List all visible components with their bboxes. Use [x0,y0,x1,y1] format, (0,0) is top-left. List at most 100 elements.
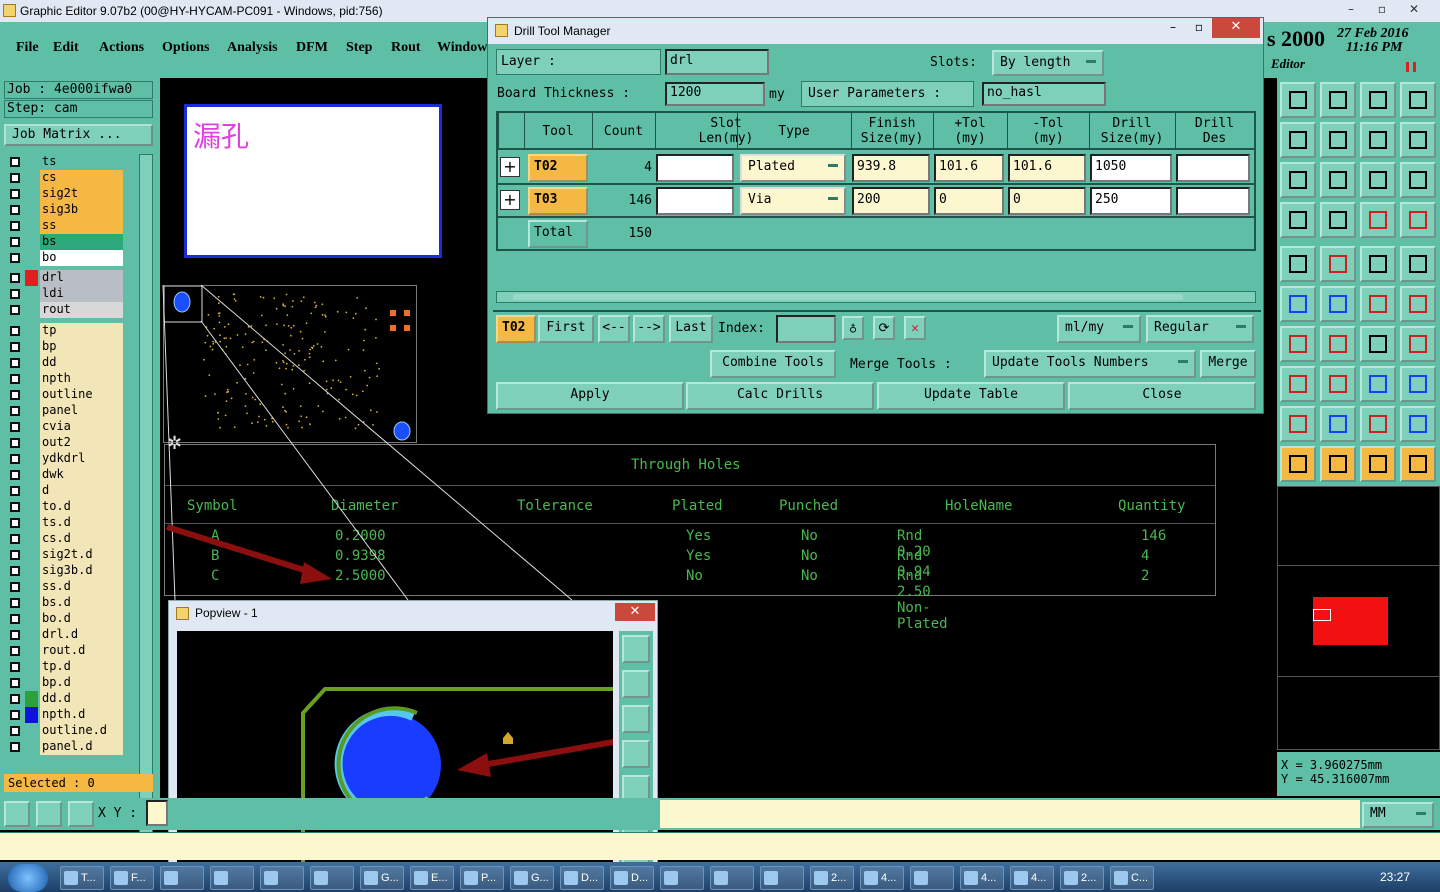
layer-row-panel[interactable]: panel [8,403,123,419]
layer-row-npth-d[interactable]: npth.d [8,707,123,723]
layer-checkbox[interactable] [10,189,20,199]
layer-row-ydkdrl[interactable]: ydkdrl [8,451,123,467]
expand-icon[interactable]: + [500,190,520,210]
tool-button-3-icon[interactable] [1360,82,1396,118]
layer-row-bs[interactable]: bs [8,234,123,250]
start-button[interactable] [8,864,48,892]
layer-row-sig3b[interactable]: sig3b [8,202,123,218]
layer-checkbox[interactable] [10,305,20,315]
xy-input[interactable] [146,800,168,826]
taskbar-item[interactable] [710,866,754,890]
layer-checkbox[interactable] [10,646,20,656]
tool-id[interactable]: T03 [528,187,588,215]
plus-tol-input[interactable]: 101.6 [934,154,1004,182]
layer-checkbox[interactable] [10,205,20,215]
minimize-button[interactable]: – [1335,0,1367,18]
board-overview[interactable] [163,285,417,443]
close-button[interactable]: ✕ [1398,0,1430,18]
menu-analysis[interactable]: Analysis [227,40,278,56]
first-button[interactable]: First [538,315,594,343]
taskbar-item[interactable] [910,866,954,890]
layer-checkbox[interactable] [10,454,20,464]
tool-button-26-icon[interactable] [1320,326,1356,362]
layer-checkbox[interactable] [10,710,20,720]
tool-button-14-icon[interactable] [1320,202,1356,238]
pop-tool-4-icon[interactable] [622,740,650,768]
layer-input[interactable]: drl [665,49,769,75]
layer-row-sig2t[interactable]: sig2t [8,186,123,202]
layer-checkbox[interactable] [10,486,20,496]
layer-checkbox[interactable] [10,221,20,231]
taskbar-item[interactable]: E... [410,866,454,890]
tool-button-1-icon[interactable] [1280,82,1316,118]
last-button[interactable]: Last [669,315,713,343]
expand-icon[interactable]: + [500,157,520,177]
taskbar-item[interactable]: G... [510,866,554,890]
tool-button-5-icon[interactable] [1280,122,1316,158]
taskbar-item[interactable]: D... [560,866,604,890]
tool-button-6-icon[interactable] [1320,122,1356,158]
layer-row-cvia[interactable]: cvia [8,419,123,435]
calc-drills-button[interactable]: Calc Drills [686,382,874,410]
layer-checkbox[interactable] [10,470,20,480]
board-thickness-input[interactable]: 1200 [665,82,765,106]
menu-dfm[interactable]: DFM [296,40,328,56]
index-input[interactable] [776,315,836,343]
dtm-minimize-button[interactable]: – [1160,18,1186,38]
user-params-input[interactable]: no_hasl [982,82,1106,106]
tool-button-29-icon[interactable] [1280,366,1316,402]
layer-row-tp-d[interactable]: tp.d [8,659,123,675]
next-button[interactable]: --> [633,315,665,343]
tool-button-36-icon[interactable] [1400,406,1436,442]
tool-button-27-icon[interactable] [1360,326,1396,362]
layer-checkbox[interactable] [10,742,20,752]
layer-checkbox[interactable] [10,502,20,512]
layer-row-bs-d[interactable]: bs.d [8,595,123,611]
minus-tol-input[interactable]: 101.6 [1008,154,1086,182]
layer-row-bo-d[interactable]: bo.d [8,611,123,627]
merge-button[interactable]: Merge [1200,350,1256,378]
tool-id[interactable]: T02 [528,154,588,182]
tool-button-9-icon[interactable] [1280,162,1316,198]
pop-tool-3-icon[interactable] [622,705,650,733]
taskbar-item[interactable]: D... [610,866,654,890]
tool-button-32-icon[interactable] [1400,366,1436,402]
slots-select[interactable]: By length [992,50,1104,76]
type-select[interactable]: Via [740,187,846,215]
layer-checkbox[interactable] [10,273,20,283]
mode-select[interactable]: Regular [1146,315,1254,343]
pop-tool-2-icon[interactable] [622,670,650,698]
menu-window[interactable]: Window [437,40,487,56]
pause-icon[interactable] [1406,62,1416,72]
tool-button-39-icon[interactable] [1360,446,1396,482]
tool-button-12-icon[interactable] [1400,162,1436,198]
layer-checkbox[interactable] [10,678,20,688]
layer-checkbox[interactable] [10,550,20,560]
tool-button-34-icon[interactable] [1320,406,1356,442]
layer-checkbox[interactable] [10,694,20,704]
layer-checkbox[interactable] [10,237,20,247]
layer-checkbox[interactable] [10,662,20,672]
menu-options[interactable]: Options [162,40,209,56]
layer-row-ts-d[interactable]: ts.d [8,515,123,531]
taskbar-item[interactable]: 4... [960,866,1004,890]
layer-row-rout[interactable]: rout [8,302,123,318]
tool-button-15-icon[interactable] [1360,202,1396,238]
tool-button-37-icon[interactable] [1280,446,1316,482]
taskbar-item[interactable] [260,866,304,890]
taskbar-item[interactable] [310,866,354,890]
layer-checkbox[interactable] [10,598,20,608]
layer-checkbox[interactable] [10,374,20,384]
taskbar-item[interactable]: P... [460,866,504,890]
drill-size-input[interactable]: 250 [1090,187,1172,215]
layer-row-ss-d[interactable]: ss.d [8,579,123,595]
prev-button[interactable]: <-- [598,315,630,343]
measure-icon[interactable] [36,801,62,827]
snap-icon[interactable] [4,801,30,827]
layer-checkbox[interactable] [10,614,20,624]
menu-actions[interactable]: Actions [99,40,144,56]
tool-button-40-icon[interactable] [1400,446,1436,482]
update-numbers-select[interactable]: Update Tools Numbers [984,350,1196,378]
layer-row-outline-d[interactable]: outline.d [8,723,123,739]
layer-checkbox[interactable] [10,438,20,448]
